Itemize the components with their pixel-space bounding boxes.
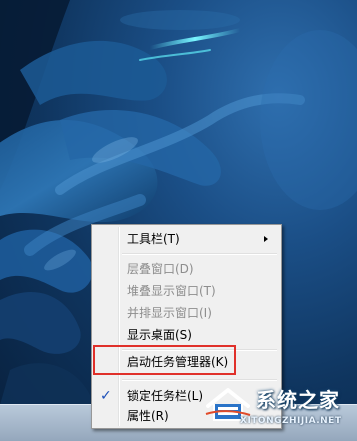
menu-item-toolbars[interactable]: 工具栏(T)	[94, 228, 279, 250]
menu-item-side-by-side-windows[interactable]: 并排显示窗口(I)	[94, 302, 279, 324]
submenu-arrow-icon	[264, 236, 268, 242]
menu-item-label: 显示桌面(S)	[127, 328, 192, 342]
menu-separator	[122, 253, 277, 255]
menu-item-cascade-windows[interactable]: 层叠窗口(D)	[94, 258, 279, 280]
menu-item-label: 并排显示窗口(I)	[127, 306, 212, 320]
menu-item-label: 层叠窗口(D)	[127, 262, 194, 276]
checkmark-icon: ✓	[100, 388, 112, 404]
menu-item-stack-windows[interactable]: 堆叠显示窗口(T)	[94, 280, 279, 302]
watermark-url: XITONGZHIJIA.NET	[240, 416, 342, 426]
menu-item-label: 锁定任务栏(L)	[127, 389, 204, 403]
menu-item-show-desktop[interactable]: 显示桌面(S)	[94, 324, 279, 346]
menu-item-label: 堆叠显示窗口(T)	[127, 284, 216, 298]
site-watermark: 系统之家 XITONGZHIJIA.NET	[200, 378, 357, 438]
menu-item-label: 属性(R)	[127, 409, 169, 423]
menu-item-label: 工具栏(T)	[127, 232, 180, 246]
annotation-highlight-box	[93, 345, 236, 375]
watermark-title: 系统之家	[256, 388, 340, 412]
